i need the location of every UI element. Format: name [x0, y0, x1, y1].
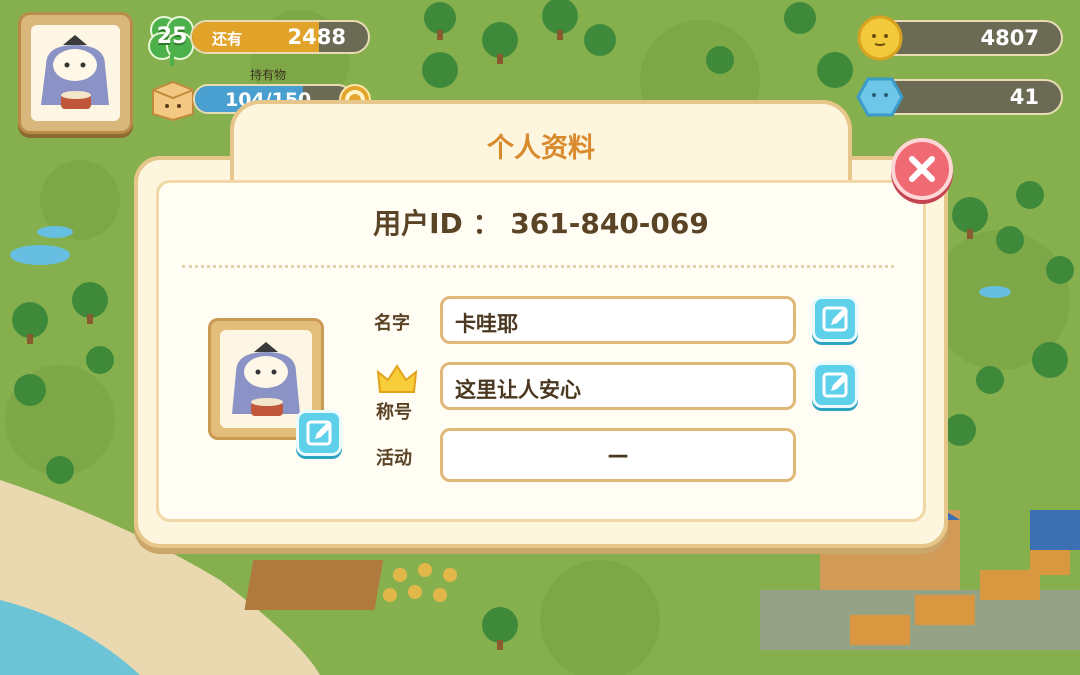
title-field[interactable]: 这里让人安心 — [440, 362, 796, 410]
pencil-edit-icon — [822, 372, 848, 398]
close-button[interactable] — [891, 138, 953, 200]
user-id-text: 用户ID ： 361-840-069 — [373, 207, 709, 240]
coin-value: 4807 — [980, 26, 1039, 50]
title-label: 称号 — [376, 402, 412, 423]
pencil-edit-icon — [306, 420, 332, 446]
crown-icon — [376, 364, 418, 393]
player-avatar-frame[interactable] — [18, 12, 133, 134]
pencil-edit-icon — [822, 306, 848, 332]
box-icon — [152, 80, 194, 122]
player-avatar — [31, 25, 120, 121]
xp-label: 还有 — [212, 30, 243, 48]
title-edit-button[interactable] — [812, 362, 858, 408]
gem-value: 41 — [1009, 85, 1039, 109]
coin-icon — [857, 15, 903, 61]
close-icon — [909, 156, 935, 182]
name-label: 名字 — [374, 313, 410, 334]
xp-value: 2488 — [287, 25, 346, 49]
divider — [182, 265, 894, 268]
name-edit-button[interactable] — [812, 296, 858, 342]
event-label: 活动 — [376, 448, 412, 469]
xp-progress-bar: 还有 2488 — [190, 20, 370, 54]
gem-icon — [856, 77, 904, 117]
event-field: — — [440, 428, 796, 482]
dialog-title: 个人资料 — [487, 133, 595, 164]
avatar-edit-button[interactable] — [296, 410, 342, 456]
name-field[interactable]: 卡哇耶 — [440, 296, 796, 344]
items-caption: 持有物 — [250, 68, 287, 82]
